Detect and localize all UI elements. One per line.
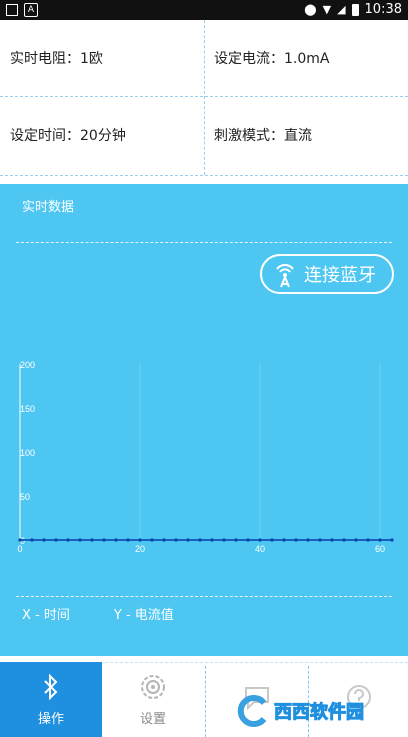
data-point [18,538,22,542]
time-set-text: 设定时间：20分钟 [10,128,126,144]
panel-title: 实时数据 [22,200,75,215]
connect-bluetooth-label: 连接蓝牙 [304,265,376,286]
data-point [354,538,358,542]
data-point [306,538,310,542]
panel-divider-bottom [16,596,392,597]
y-tick-label: 200 [20,360,35,370]
data-point [174,538,178,542]
data-point [294,538,298,542]
time-set-cell: 设定时间：20分钟 [0,97,204,173]
data-point [102,538,106,542]
data-point [366,538,370,542]
data-point [222,538,226,542]
y-tick-label: 150 [20,404,35,414]
data-point [318,538,322,542]
y-tick-label: 100 [20,448,35,458]
tab-settings[interactable]: 设置 [102,662,204,737]
wifi-icon: ▼ [322,3,332,16]
x-tick-label: 40 [255,544,265,554]
gear-icon [138,672,168,702]
data-point [342,538,346,542]
tab-settings-label: 设置 [139,712,166,727]
data-point [378,538,382,542]
x-tick-label: 60 [375,544,385,554]
data-point [234,538,238,542]
data-point [78,538,82,542]
tab-operate[interactable]: 操作 [0,662,102,737]
data-point [282,538,286,542]
data-point [150,538,154,542]
tab-operate-label: 操作 [37,712,64,727]
data-point [186,538,190,542]
data-point [270,538,274,542]
status-time: 10:38 [364,2,402,17]
mode-text: 刺激模式：直流 [214,128,312,144]
bluetooth-icon [36,672,66,702]
data-point [66,538,70,542]
data-point [42,538,46,542]
current-chart: 0501001502000 20 40 60 [17,360,394,554]
connect-bluetooth-button[interactable]: 连接蓝牙 [260,254,394,294]
notification-square-icon [6,4,18,16]
resistance-cell: 实时电阻：1欧 [0,20,204,96]
data-point [138,538,142,542]
panel-divider-top [16,242,392,243]
info-grid: 实时电阻：1欧 设定电流：1.0mA 设定时间：20分钟 刺激模式：直流 [0,20,408,184]
resistance-text: 实时电阻：1欧 [10,51,103,67]
watermark-text: 西西软件园 [274,702,365,724]
location-icon: ⬤ [304,3,317,16]
x-tick-label: 0 [17,544,22,554]
watermark-logo: 西西软件园 [236,691,386,731]
bottom-tab-bar: 操作 设置 西西软件园 [0,662,408,737]
data-point [126,538,130,542]
realtime-panel: 实时数据 连接蓝牙 0 50 100 150 200 0 20 40 60 X - 时间 Y -… [0,184,408,656]
data-point [30,538,34,542]
data-point [390,538,394,542]
data-point [54,538,58,542]
watermark-c-icon [237,695,267,727]
status-bar: A ⬤ ▼ ◢ 10:38 [0,0,408,20]
data-point [198,538,202,542]
mode-cell: 刺激模式：直流 [204,97,408,173]
signal-icon: ◢ [337,3,346,16]
bluetooth-signal-icon [270,259,300,289]
data-point [258,538,262,542]
data-point [246,538,250,542]
data-point [162,538,166,542]
x-tick-label: 20 [135,544,145,554]
info-divider-v [204,20,205,175]
data-point [210,538,214,542]
chart-legend: X - 时间 Y - 电流值 [22,604,174,623]
data-point [114,538,118,542]
legend-y: Y - 电流值 [113,608,174,623]
info-divider-bottom [0,175,408,176]
current-set-cell: 设定电流：1.0mA [204,20,408,96]
data-point [90,538,94,542]
legend-x: X - 时间 [22,608,70,623]
app-a-icon: A [24,3,38,17]
data-point [330,538,334,542]
battery-icon [351,3,359,16]
current-set-text: 设定电流：1.0mA [214,51,330,67]
y-tick-label: 50 [20,492,30,502]
